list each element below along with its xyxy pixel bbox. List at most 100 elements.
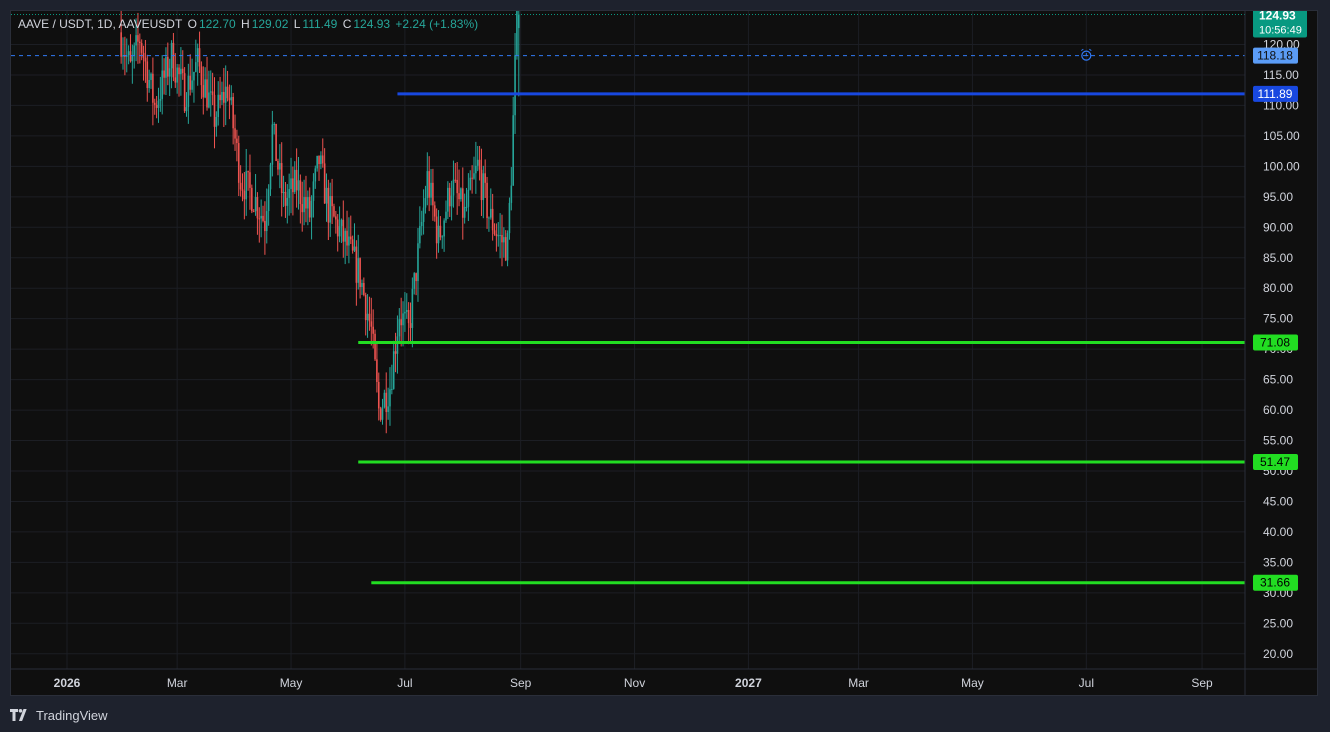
candle-body (351, 239, 354, 251)
candle-body (458, 193, 460, 200)
price-tick-label: 35.00 (1263, 555, 1293, 569)
candle-body (510, 185, 513, 203)
candle-body (165, 56, 167, 78)
candle-body (517, 14, 520, 29)
candle-body (359, 258, 361, 288)
candle-body (482, 173, 485, 201)
price-tick-label: 105.00 (1263, 129, 1300, 143)
candle-body (279, 163, 281, 170)
candle-body (277, 160, 279, 170)
brand-name[interactable]: TradingView (36, 708, 108, 723)
candle-body (344, 230, 346, 242)
candle-body (499, 234, 501, 236)
time-tick-label: Sep (510, 676, 532, 690)
candle-body (355, 246, 358, 283)
candle-body (484, 173, 486, 183)
candle-body (413, 273, 416, 289)
candle-body (181, 68, 184, 74)
candle-body (146, 61, 149, 89)
price-tick-label: 95.00 (1263, 190, 1293, 204)
candle-body (252, 211, 255, 213)
low-value: 111.49 (302, 17, 338, 31)
candle-body (275, 123, 277, 161)
candle-body (307, 197, 309, 209)
chart-frame[interactable]: 20.00 25.00 30.00 35.00 40.00 45.00 50.00 55.00… (10, 10, 1318, 696)
candle-body (376, 359, 378, 382)
candle-body (495, 233, 498, 237)
candle-body (497, 235, 500, 237)
candle-body (320, 155, 322, 165)
candle-body (391, 388, 393, 390)
candle-body (251, 187, 253, 212)
candle-body (420, 221, 423, 227)
symbol-legend: AAVE / USDT, 1D, AAVEUSDT O 122.70 H 129.0… (18, 17, 480, 31)
candle-body (461, 188, 464, 218)
price-tick-label: 85.00 (1263, 251, 1293, 265)
symbol-title: AAVE / USDT, 1D, AAVEUSDT (18, 17, 183, 31)
horizontal-levels[interactable] (11, 13, 1245, 585)
candle-body (346, 230, 348, 246)
candle-body (299, 180, 302, 205)
candle-body (316, 155, 318, 169)
candle-body (428, 171, 430, 198)
candle-body (256, 197, 259, 219)
time-axis[interactable]: 2026 Mar May Jul Sep Nov 2027 Mar May Jul Sep (11, 668, 1317, 690)
candle-body (144, 57, 147, 62)
candle-body (198, 48, 201, 67)
candle-body (206, 79, 208, 108)
candle-body (473, 173, 475, 179)
candle-body (271, 124, 274, 165)
candle-body (357, 258, 360, 283)
candle-body (152, 73, 154, 103)
candle-body (269, 164, 272, 190)
price-tick-label: 65.00 (1263, 373, 1293, 387)
candle-body (504, 237, 507, 261)
price-axis[interactable]: 20.0025.0030.0035.0040.0045.0050.0055.00… (1244, 11, 1300, 695)
candle-body (241, 189, 244, 191)
candle-body (424, 198, 427, 208)
high-value: 129.02 (251, 17, 289, 31)
candle-body (514, 55, 516, 116)
candle-body (409, 323, 412, 328)
candle-body (321, 155, 324, 164)
candle-body (280, 163, 283, 194)
candle-body (335, 216, 337, 220)
candle-body (267, 189, 270, 212)
candle-body (396, 336, 399, 354)
candle-body (381, 407, 384, 420)
candle-body (308, 197, 311, 218)
candle-body (407, 310, 410, 324)
candle-body (387, 406, 389, 413)
candle-body (247, 171, 249, 173)
candle-body (370, 321, 373, 327)
candle-body (392, 351, 395, 389)
price-chart[interactable]: 20.0025.0030.0035.0040.0045.0050.0055.00… (11, 11, 1317, 695)
time-tick-label: May (961, 676, 984, 690)
time-tick-label: 2026 (54, 676, 81, 690)
candle-body (402, 313, 404, 326)
candle-body (445, 211, 447, 221)
level-tag-label: 31.66 (1260, 576, 1290, 590)
candle-body (439, 225, 442, 238)
candle-body (209, 91, 212, 93)
candle-body (327, 187, 330, 223)
price-tick-label: 60.00 (1263, 403, 1293, 417)
candle-body (363, 282, 365, 296)
candle-body (463, 206, 466, 218)
candle-body (512, 115, 514, 186)
candle-body (419, 226, 421, 244)
candle-body (153, 102, 156, 105)
candle-body (452, 179, 455, 196)
candle-body (478, 159, 481, 170)
candle-body (432, 182, 434, 206)
candle-body (140, 43, 143, 53)
candle-body (417, 243, 419, 282)
candle-body (493, 230, 496, 234)
candle-body (469, 177, 472, 190)
candle-body (195, 62, 197, 72)
candle-body (404, 311, 406, 314)
candle-body (230, 96, 233, 101)
candle-body (262, 215, 264, 221)
candle-body (150, 73, 152, 80)
candles (120, 11, 520, 434)
